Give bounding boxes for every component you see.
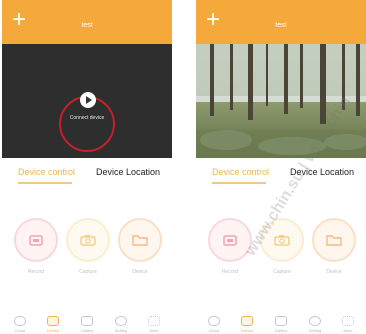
nav-gallery[interactable]: Gallery	[73, 316, 101, 334]
right-phone-screen: + test Device control Device Location Re…	[196, 0, 366, 334]
nav-device[interactable]: Device	[233, 316, 261, 334]
tab-device-control[interactable]: Device control	[212, 167, 269, 177]
bottom-nav: Cloud Device Gallery Setting More	[196, 300, 366, 334]
nav-device[interactable]: Device	[39, 316, 67, 334]
gallery-icon	[81, 316, 93, 326]
settings-icon	[115, 316, 127, 326]
active-tab-indicator	[212, 182, 266, 184]
more-icon	[342, 316, 354, 326]
cloud-icon	[208, 316, 220, 326]
video-preview[interactable]: Connect device	[2, 44, 172, 158]
bottom-nav: Cloud Device Gallery Setting More	[2, 300, 172, 334]
gallery-icon	[275, 316, 287, 326]
folder-icon	[326, 235, 342, 246]
cloud-icon	[14, 316, 26, 326]
connect-device-label: Connect device	[69, 115, 105, 121]
record-label: Record	[221, 269, 239, 275]
nav-more[interactable]: More	[140, 316, 168, 334]
device-title: test	[81, 22, 93, 29]
tab-bar: Device control Device Location	[196, 163, 366, 187]
device-label: Device	[326, 269, 342, 275]
left-phone-screen: + test Connect device Device control Dev…	[2, 0, 172, 334]
camera-icon	[274, 235, 290, 246]
record-icon	[29, 235, 43, 246]
device-button[interactable]	[118, 218, 162, 262]
record-icon	[223, 235, 237, 246]
device-title: test	[275, 22, 287, 29]
device-icon	[241, 316, 253, 326]
folder-icon	[132, 235, 148, 246]
device-button[interactable]	[312, 218, 356, 262]
nav-setting[interactable]: Setting	[107, 316, 135, 334]
device-label: Device	[132, 269, 148, 275]
capture-label: Capture	[79, 269, 97, 275]
settings-icon	[309, 316, 321, 326]
more-icon	[148, 316, 160, 326]
top-bar: + test	[2, 0, 172, 44]
capture-label: Capture	[273, 269, 291, 275]
record-button[interactable]	[14, 218, 58, 262]
nav-gallery[interactable]: Gallery	[267, 316, 295, 334]
tab-device-location[interactable]: Device Location	[96, 167, 160, 177]
tab-device-control[interactable]: Device control	[18, 167, 75, 177]
nav-cloud[interactable]: Cloud	[200, 316, 228, 334]
device-icon	[47, 316, 59, 326]
nav-cloud[interactable]: Cloud	[6, 316, 34, 334]
nav-setting[interactable]: Setting	[301, 316, 329, 334]
top-bar: + test	[196, 0, 366, 44]
play-icon[interactable]	[80, 92, 96, 108]
active-tab-indicator	[18, 182, 72, 184]
capture-button[interactable]	[66, 218, 110, 262]
tab-bar: Device control Device Location	[2, 163, 172, 187]
nav-more[interactable]: More	[334, 316, 362, 334]
camera-icon	[80, 235, 96, 246]
record-button[interactable]	[208, 218, 252, 262]
record-label: Record	[27, 269, 45, 275]
